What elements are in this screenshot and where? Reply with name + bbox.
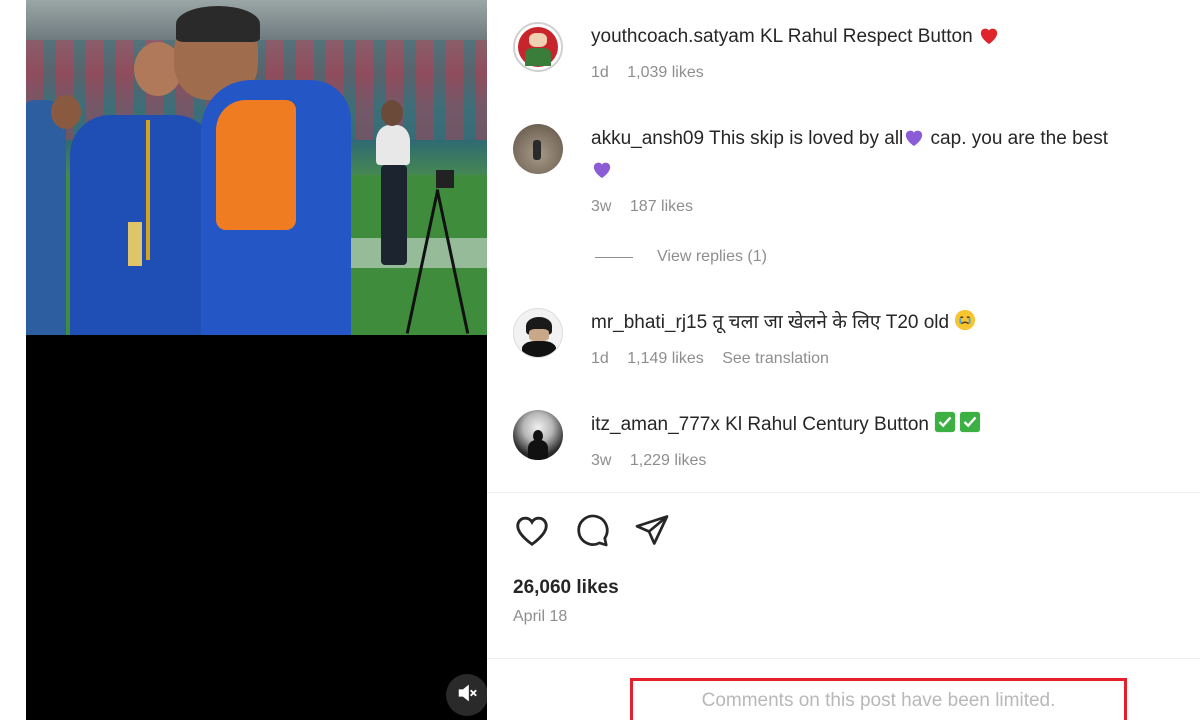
left-margin bbox=[0, 0, 26, 720]
mute-button[interactable] bbox=[446, 674, 487, 716]
see-translation-link[interactable]: See translation bbox=[722, 350, 829, 367]
divider bbox=[487, 658, 1200, 659]
post-media[interactable] bbox=[26, 0, 487, 720]
view-replies-button[interactable]: View replies (1) bbox=[595, 248, 767, 266]
comment-time[interactable]: 1d bbox=[591, 350, 609, 367]
comment-time[interactable]: 3w bbox=[591, 452, 611, 469]
heart-icon[interactable] bbox=[513, 512, 551, 553]
post-actions bbox=[513, 512, 671, 553]
comment-username[interactable]: youthcoach.satyam bbox=[591, 26, 755, 47]
divider bbox=[487, 492, 1200, 493]
post-date[interactable]: April 18 bbox=[513, 608, 567, 626]
comment-time[interactable]: 1d bbox=[591, 64, 609, 81]
crying-face-icon bbox=[954, 309, 976, 340]
comment-icon[interactable] bbox=[573, 512, 611, 553]
purple-heart-icon bbox=[591, 159, 613, 188]
comment-text-continued: cap. you are the best bbox=[925, 128, 1109, 149]
post-likes-count[interactable]: 26,060 likes bbox=[513, 577, 619, 599]
comments-limited-text: Comments on this post have been limited. bbox=[701, 690, 1056, 711]
comment-username[interactable]: akku_ansh09 bbox=[591, 128, 704, 149]
comments-limited-notice: Comments on this post have been limited. bbox=[630, 678, 1127, 720]
comment-likes[interactable]: 1,039 likes bbox=[627, 64, 704, 81]
comment-text: तू चला जा खेलने के लिए T20 old bbox=[712, 312, 950, 333]
share-icon[interactable] bbox=[633, 512, 671, 553]
view-replies-label: View replies (1) bbox=[657, 248, 767, 265]
avatar[interactable] bbox=[513, 22, 563, 72]
post-photo bbox=[26, 0, 487, 335]
purple-heart-icon bbox=[903, 127, 925, 156]
comment-likes[interactable]: 187 likes bbox=[630, 198, 693, 215]
comments-panel: youthcoach.satyam KL Rahul Respect Butto… bbox=[487, 0, 1200, 720]
comment-likes[interactable]: 1,149 likes bbox=[627, 350, 704, 367]
comment-text: KL Rahul Respect Button bbox=[759, 26, 973, 47]
check-box-icon bbox=[934, 411, 956, 442]
muted-speaker-icon bbox=[456, 682, 478, 709]
comment-text: This skip is loved by all bbox=[708, 128, 904, 149]
check-box-icon bbox=[959, 411, 981, 442]
avatar[interactable] bbox=[513, 124, 563, 174]
avatar[interactable] bbox=[513, 410, 563, 460]
comment-likes[interactable]: 1,229 likes bbox=[630, 452, 707, 469]
comment-text: Kl Rahul Century Button bbox=[725, 414, 929, 435]
comment-username[interactable]: mr_bhati_rj15 bbox=[591, 312, 707, 333]
comment-username[interactable]: itz_aman_777x bbox=[591, 414, 720, 435]
replies-divider bbox=[595, 256, 633, 258]
comment-time[interactable]: 3w bbox=[591, 198, 611, 215]
red-heart-icon bbox=[978, 25, 1000, 54]
avatar[interactable] bbox=[513, 308, 563, 358]
